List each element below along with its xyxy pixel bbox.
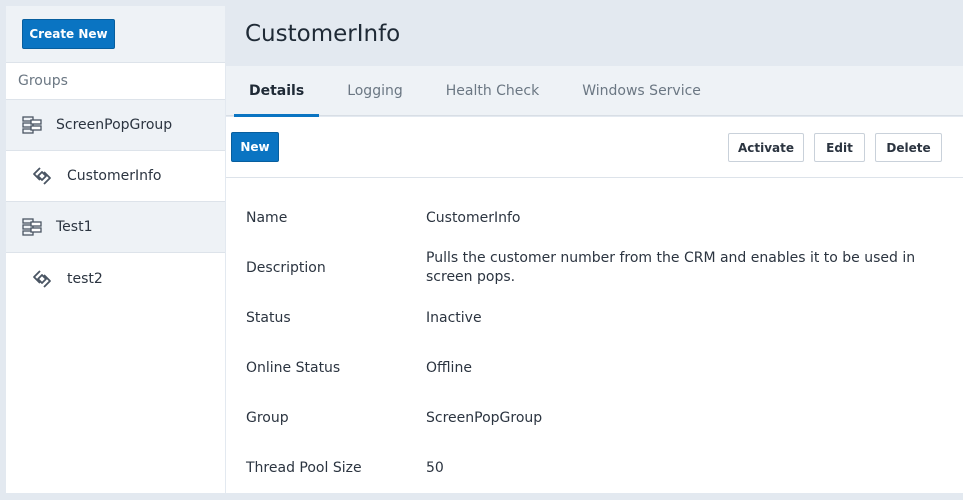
groups-header: Groups: [6, 62, 225, 100]
tree-item-label: CustomerInfo: [67, 168, 162, 184]
tab-bar: Details Logging Health Check Windows Ser…: [226, 66, 963, 117]
detail-label: Group: [246, 410, 289, 426]
detail-row-thread-pool-size: Thread Pool Size 50: [226, 443, 963, 493]
server-stack-icon: [22, 217, 42, 237]
tab-logging[interactable]: Logging: [332, 66, 418, 116]
delete-button[interactable]: Delete: [875, 133, 942, 162]
detail-label: Thread Pool Size: [246, 460, 362, 476]
detail-row-description: Description Pulls the customer number fr…: [226, 243, 963, 293]
page-title: CustomerInfo: [245, 21, 401, 47]
detail-row-name: Name CustomerInfo: [226, 193, 963, 243]
detail-label: Status: [246, 310, 291, 326]
tab-details[interactable]: Details: [234, 66, 320, 117]
tree-group-label: Test1: [56, 219, 93, 235]
detail-row-status: Status Inactive: [226, 293, 963, 343]
detail-value: 50: [426, 459, 444, 476]
detail-value: Inactive: [426, 309, 482, 326]
detail-label: Description: [246, 260, 326, 276]
details-panel: New Activate Edit Delete Name CustomerIn…: [226, 117, 963, 493]
detail-value: CustomerInfo: [426, 209, 521, 226]
tree-group-label: ScreenPopGroup: [56, 117, 173, 133]
edit-button[interactable]: Edit: [814, 133, 865, 162]
details-list: Name CustomerInfo Description Pulls the …: [226, 193, 963, 493]
tree-group-screenpopgroup[interactable]: ScreenPopGroup: [6, 100, 225, 151]
detail-label: Online Status: [246, 360, 341, 376]
tree-item-test2[interactable]: test2: [6, 253, 225, 304]
tree-group-test1[interactable]: Test1: [6, 202, 225, 253]
page-header: CustomerInfo: [226, 6, 963, 62]
tree-item-customerinfo[interactable]: CustomerInfo: [6, 151, 225, 202]
details-toolbar: New Activate Edit Delete: [226, 117, 963, 178]
integration-link-icon: [32, 269, 52, 289]
detail-value: ScreenPopGroup: [426, 409, 543, 426]
detail-value: Offline: [426, 359, 472, 376]
sidebar-toolbar: Create New: [6, 6, 225, 62]
tab-health-check[interactable]: Health Check: [431, 66, 555, 116]
integration-link-icon: [32, 166, 52, 186]
detail-value: Pulls the customer number from the CRM a…: [426, 250, 916, 285]
tree-item-label: test2: [67, 270, 103, 287]
server-stack-icon: [22, 115, 42, 135]
detail-row-group: Group ScreenPopGroup: [226, 393, 963, 443]
sidebar: Create New Groups ScreenPopGroup Custome…: [6, 6, 225, 493]
detail-row-online-status: Online Status Offline: [226, 343, 963, 393]
detail-label: Name: [246, 210, 288, 226]
tab-windows-service[interactable]: Windows Service: [567, 66, 716, 116]
new-button[interactable]: New: [231, 132, 279, 162]
create-new-button[interactable]: Create New: [22, 19, 115, 49]
activate-button[interactable]: Activate: [728, 133, 804, 162]
